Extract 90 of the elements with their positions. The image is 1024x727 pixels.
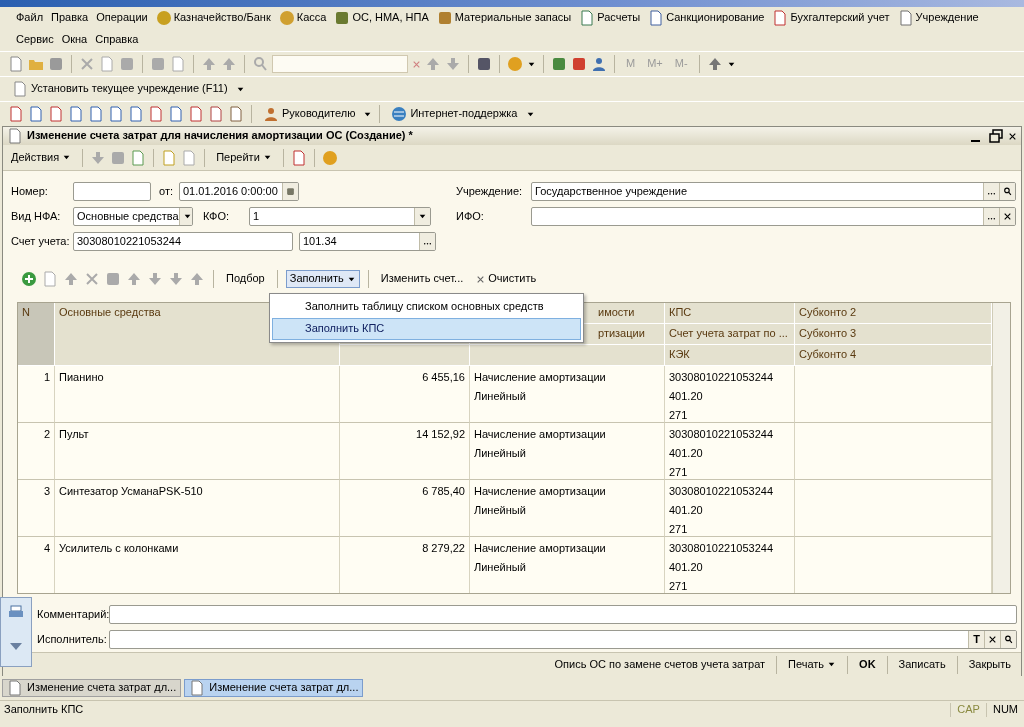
column-header[interactable]: Субконто 4 xyxy=(795,345,992,366)
table-cell-text: Линейный xyxy=(474,389,526,404)
change-account-button[interactable]: Изменить счет... xyxy=(376,270,468,288)
column-header[interactable]: Субконто 3 xyxy=(795,324,992,345)
table-cell-text: 401.20 xyxy=(669,389,703,404)
table-cell-text: 30308010221053244 xyxy=(669,484,773,499)
table-cell-text: 30308010221053244 xyxy=(669,427,773,442)
table-cell-text: 271 xyxy=(669,408,688,423)
column-header[interactable]: КЭК xyxy=(665,345,795,366)
table-cell: 6 455,16 xyxy=(422,371,465,383)
column-header[interactable]: Субконто 2 xyxy=(795,303,992,324)
footer-button[interactable]: Опись ОС по замене счетов учета затрат xyxy=(550,655,770,674)
table-cell-text: Начисление амортизации xyxy=(474,370,606,385)
pick-button[interactable]: Подбор xyxy=(222,270,269,288)
table-cell-text: 401.20 xyxy=(669,446,703,461)
menu-item[interactable]: Учреждение xyxy=(893,9,983,27)
footer-button[interactable]: Закрыть xyxy=(964,655,1015,674)
table-cell: Усилитель с колонками xyxy=(59,542,179,554)
status-message: Заполнить КПС xyxy=(4,703,85,717)
fill-button[interactable]: Заполнить xyxy=(285,270,360,288)
goto-menu[interactable]: Перейти xyxy=(212,148,276,167)
window-title: Изменение счета затрат для начисления амортизации ОС (Создание) * xyxy=(27,129,414,143)
menu-item[interactable]: ОС, НМА, НПА xyxy=(330,9,433,27)
date-field[interactable]: 01.01.2016 0:00:00 xyxy=(179,182,299,201)
footer-button[interactable]: Записать xyxy=(894,655,950,674)
field-label: Вид НФА: xyxy=(11,209,62,224)
field-label: КФО: xyxy=(203,209,230,224)
account-field[interactable]: 30308010221053244 xyxy=(73,232,293,251)
menu-item[interactable]: Файл xyxy=(12,10,48,26)
executor-field[interactable]: T xyxy=(109,630,1017,649)
column-header[interactable]: КПС xyxy=(665,303,795,324)
table-cell-text: 401.20 xyxy=(669,503,703,518)
table-cell-text: Линейный xyxy=(474,560,526,575)
row-number: 3 xyxy=(43,485,50,497)
menu-item[interactable]: Расчеты xyxy=(575,9,645,27)
row-number: 1 xyxy=(43,371,50,383)
menu-item[interactable]: Касса xyxy=(274,9,331,27)
field-label: Учреждение: xyxy=(456,184,524,199)
status-indicator: NUM xyxy=(985,703,1024,717)
actions-menu[interactable]: Действия xyxy=(7,148,76,167)
menu-item[interactable]: Окна xyxy=(57,32,92,48)
table-cell: 6 785,40 xyxy=(422,485,465,497)
menu-item[interactable]: Санкционирование xyxy=(644,9,769,27)
toolbar-button[interactable]: Интернет-поддержка xyxy=(387,104,522,124)
taskbar-tab[interactable]: Изменение счета затрат дл... xyxy=(2,679,182,697)
footer-button[interactable]: Печать xyxy=(784,655,841,674)
type-button[interactable]: T xyxy=(968,631,984,648)
clear-button[interactable]: Очистить xyxy=(472,270,541,288)
table-cell-text: Линейный xyxy=(474,503,526,518)
nfa-type-select[interactable]: Основные средства xyxy=(73,207,193,226)
field-label: от: xyxy=(159,184,174,199)
toolbar-button[interactable]: Руководителю xyxy=(259,104,360,124)
menu-item[interactable]: Операции xyxy=(92,10,152,26)
menu-item[interactable]: Заполнить КПС xyxy=(272,318,581,340)
institution-field[interactable]: Государственное учреждение xyxy=(531,182,1016,201)
field-label: ИФО: xyxy=(456,209,485,224)
menu-item[interactable]: Справка xyxy=(91,32,143,48)
menu-item[interactable]: Сервис xyxy=(12,32,58,48)
table-cell: Синтезатор УсманаPSK-510 xyxy=(59,485,203,497)
column-header[interactable]: N xyxy=(18,303,55,366)
menu-item[interactable]: Правка xyxy=(47,10,93,26)
table-cell: Пианино xyxy=(59,371,104,383)
institution-button[interactable]: Установить текущее учреждение (F11) xyxy=(8,79,232,99)
table-cell-text: 30308010221053244 xyxy=(669,370,773,385)
row-number: 2 xyxy=(43,428,50,440)
column-header[interactable]: Счет учета затрат по ... xyxy=(665,324,795,345)
table-cell: 14 152,92 xyxy=(416,428,465,440)
table-cell-text: Начисление амортизации xyxy=(474,484,606,499)
status-indicator: CAP xyxy=(950,703,986,717)
table-cell: Пульт xyxy=(59,428,89,440)
taskbar-tab[interactable]: Изменение счета затрат дл... xyxy=(184,679,364,697)
table-cell-text: 271 xyxy=(669,522,688,537)
table-cell-text: 271 xyxy=(669,465,688,480)
footer-button[interactable]: OK xyxy=(855,655,880,674)
account-code-field[interactable]: 101.34 xyxy=(299,232,436,251)
field-label: Исполнитель: xyxy=(37,632,105,647)
table-cell: 8 279,22 xyxy=(422,542,465,554)
table-cell-text: 271 xyxy=(669,579,688,593)
table-cell-text: Начисление амортизации xyxy=(474,541,606,556)
field-label: Счет учета: xyxy=(11,234,71,249)
menu-item[interactable]: Казначейство/Банк xyxy=(151,9,275,27)
kfo-select[interactable]: 1 xyxy=(249,207,431,226)
table-cell-text: 401.20 xyxy=(669,560,703,575)
table-cell-text: 30308010221053244 xyxy=(669,541,773,556)
table-cell-text: Линейный xyxy=(474,446,526,461)
table-cell-text: Начисление амортизации xyxy=(474,427,606,442)
field-label: Номер: xyxy=(11,184,49,199)
menu-item[interactable]: Бухгалтерский учет xyxy=(768,9,894,27)
menu-item[interactable]: Материальные запасы xyxy=(432,9,576,27)
row-number: 4 xyxy=(43,542,50,554)
